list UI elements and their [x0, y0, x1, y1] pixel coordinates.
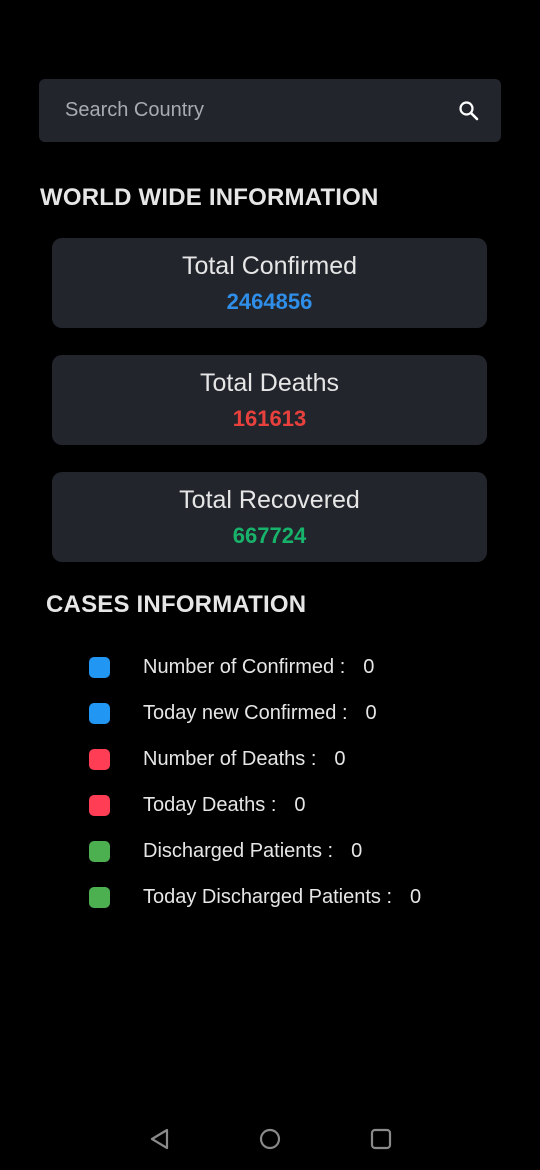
case-label: Today Deaths :	[143, 794, 277, 816]
discharged-color-swatch	[89, 887, 110, 908]
case-label: Number of Confirmed :	[143, 656, 346, 678]
discharged-color-swatch	[89, 841, 110, 862]
case-value: 0	[351, 840, 363, 862]
case-value: 0	[365, 702, 377, 724]
confirmed-color-swatch	[89, 703, 110, 724]
deaths-color-swatch	[89, 749, 110, 770]
confirmed-color-swatch	[89, 657, 110, 678]
back-icon[interactable]	[147, 1126, 173, 1152]
case-item-discharged: Discharged Patients : 0	[89, 840, 509, 864]
search-icon[interactable]	[457, 99, 481, 123]
case-item-number-confirmed: Number of Confirmed : 0	[89, 656, 509, 680]
total-confirmed-label: Total Confirmed	[181, 252, 358, 280]
cases-title: CASES INFORMATION	[46, 591, 307, 618]
world-wide-title: WORLD WIDE INFORMATION	[40, 184, 379, 211]
home-icon[interactable]	[257, 1126, 283, 1152]
case-label: Number of Deaths :	[143, 748, 317, 770]
total-recovered-value: 667724	[232, 523, 307, 548]
total-recovered-card: Total Recovered 667724	[52, 472, 487, 562]
total-confirmed-card: Total Confirmed 2464856	[52, 238, 487, 328]
case-item-number-deaths: Number of Deaths : 0	[89, 748, 509, 772]
search-bar[interactable]	[39, 79, 501, 142]
total-deaths-value: 161613	[232, 406, 307, 431]
case-label: Today Discharged Patients :	[143, 886, 393, 908]
case-item-today-confirmed: Today new Confirmed : 0	[89, 702, 509, 726]
case-value: 0	[363, 656, 375, 678]
total-deaths-label: Total Deaths	[200, 369, 339, 397]
system-navigation-bar	[0, 1110, 540, 1170]
case-value: 0	[334, 748, 346, 770]
case-item-today-deaths: Today Deaths : 0	[89, 794, 509, 818]
case-value: 0	[294, 794, 306, 816]
deaths-color-swatch	[89, 795, 110, 816]
total-recovered-label: Total Recovered	[179, 486, 360, 514]
case-label: Discharged Patients :	[143, 840, 334, 862]
case-label: Today new Confirmed :	[143, 702, 348, 724]
recents-icon[interactable]	[368, 1126, 394, 1152]
case-item-today-discharged: Today Discharged Patients : 0	[89, 886, 509, 910]
case-value: 0	[410, 886, 422, 908]
search-input[interactable]	[65, 79, 445, 142]
total-confirmed-value: 2464856	[226, 289, 313, 314]
total-deaths-card: Total Deaths 161613	[52, 355, 487, 445]
